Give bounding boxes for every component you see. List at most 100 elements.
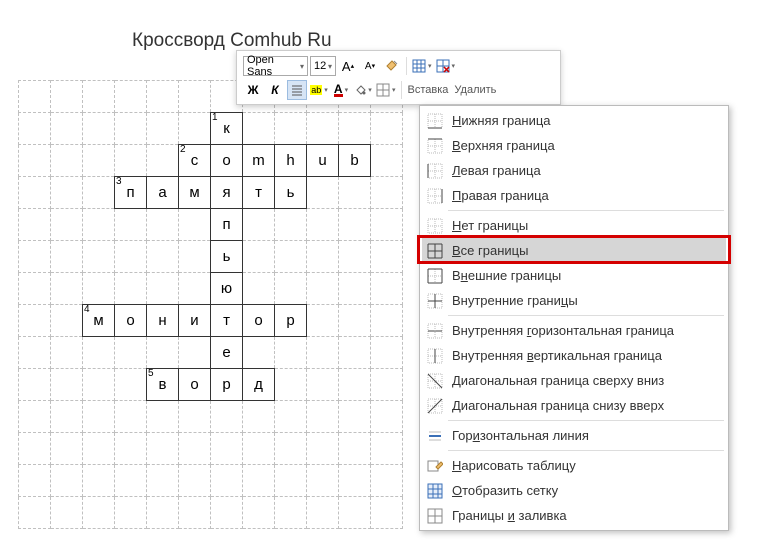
grid-cell[interactable] [83,433,115,465]
font-color-button[interactable]: A▾ [331,80,351,100]
grid-cell[interactable] [339,177,371,209]
menu-item-border-outside[interactable]: Внешние границы [422,263,726,288]
grid-cell[interactable] [115,465,147,497]
menu-item-view-gridlines[interactable]: Отобразить сетку [422,478,726,503]
borders-button[interactable]: ▾ [375,80,397,100]
grid-cell[interactable] [179,337,211,369]
grid-cell[interactable] [179,81,211,113]
grid-cell[interactable]: в5 [147,369,179,401]
grid-cell[interactable] [51,273,83,305]
grid-cell[interactable] [19,305,51,337]
shading-button[interactable]: ▾ [353,80,373,100]
grid-cell[interactable] [179,113,211,145]
grid-cell[interactable] [115,113,147,145]
grid-cell[interactable] [115,369,147,401]
grid-cell[interactable] [51,209,83,241]
grid-cell[interactable] [275,113,307,145]
grid-cell[interactable] [115,241,147,273]
grid-cell[interactable] [147,273,179,305]
insert-label[interactable]: Вставка [406,84,451,96]
grid-cell[interactable] [307,465,339,497]
grid-cell[interactable] [147,241,179,273]
grid-cell[interactable] [371,337,403,369]
grid-cell[interactable] [243,401,275,433]
grid-cell[interactable] [307,209,339,241]
grid-cell[interactable] [51,145,83,177]
grid-cell[interactable] [243,433,275,465]
grid-cell[interactable] [83,81,115,113]
grid-cell[interactable] [83,369,115,401]
grid-cell[interactable] [115,209,147,241]
grid-cell[interactable] [19,497,51,529]
grid-cell[interactable] [51,305,83,337]
grid-cell[interactable] [339,241,371,273]
grid-cell[interactable] [19,369,51,401]
grid-cell[interactable] [83,497,115,529]
grid-cell[interactable] [339,113,371,145]
grid-cell[interactable]: т [243,177,275,209]
bold-button[interactable]: Ж [243,80,263,100]
menu-item-border-right[interactable]: Правая граница [422,183,726,208]
menu-item-borders-shading[interactable]: Границы и заливка [422,503,726,528]
grid-cell[interactable] [115,145,147,177]
grid-cell[interactable] [115,81,147,113]
grid-cell[interactable] [371,465,403,497]
grid-cell[interactable] [307,369,339,401]
grid-cell[interactable] [179,209,211,241]
grid-cell[interactable] [19,81,51,113]
grid-cell[interactable] [51,433,83,465]
grid-cell[interactable]: и [179,305,211,337]
grid-cell[interactable] [19,337,51,369]
font-name-combo[interactable]: Open Sans▾ [243,56,308,76]
grid-cell[interactable] [51,465,83,497]
grid-cell[interactable] [371,305,403,337]
menu-item-border-all[interactable]: Все границы [422,238,726,263]
grid-cell[interactable] [275,241,307,273]
grid-cell[interactable] [339,401,371,433]
grid-cell[interactable] [307,241,339,273]
menu-item-draw-table[interactable]: Нарисовать таблицу [422,453,726,478]
grid-cell[interactable] [115,401,147,433]
grid-cell[interactable] [371,433,403,465]
menu-item-border-bottom[interactable]: Нижняя граница [422,108,726,133]
grid-cell[interactable] [19,145,51,177]
grid-cell[interactable]: к1 [211,113,243,145]
grid-cell[interactable] [51,81,83,113]
grid-cell[interactable]: м4 [83,305,115,337]
grid-cell[interactable] [307,401,339,433]
grid-cell[interactable] [147,465,179,497]
grid-cell[interactable] [371,113,403,145]
grid-cell[interactable] [243,273,275,305]
grid-cell[interactable]: е [211,337,243,369]
grid-cell[interactable] [339,337,371,369]
grid-cell[interactable] [147,497,179,529]
grid-cell[interactable]: о [243,305,275,337]
grid-cell[interactable] [147,433,179,465]
grid-cell[interactable] [243,209,275,241]
grid-cell[interactable] [115,433,147,465]
grid-cell[interactable] [83,145,115,177]
grid-cell[interactable] [19,177,51,209]
grid-cell[interactable]: а [147,177,179,209]
grid-cell[interactable] [307,497,339,529]
menu-item-border-left[interactable]: Левая граница [422,158,726,183]
grid-cell[interactable] [179,241,211,273]
grid-cell[interactable]: п [211,209,243,241]
grow-font-button[interactable]: A▴ [338,56,358,76]
grid-cell[interactable] [83,401,115,433]
delete-table-button[interactable]: ▾ [435,56,457,76]
grid-cell[interactable] [19,241,51,273]
font-size-combo[interactable]: 12▾ [310,56,336,76]
grid-cell[interactable]: д [243,369,275,401]
grid-cell[interactable] [307,273,339,305]
menu-item-border-diag-down[interactable]: Диагональная граница сверху вниз [422,368,726,393]
grid-cell[interactable]: м [179,177,211,209]
grid-cell[interactable] [147,81,179,113]
grid-cell[interactable] [83,177,115,209]
grid-cell[interactable] [307,305,339,337]
grid-cell[interactable] [115,497,147,529]
grid-cell[interactable] [147,401,179,433]
grid-cell[interactable] [83,241,115,273]
grid-cell[interactable] [307,113,339,145]
grid-cell[interactable] [51,497,83,529]
